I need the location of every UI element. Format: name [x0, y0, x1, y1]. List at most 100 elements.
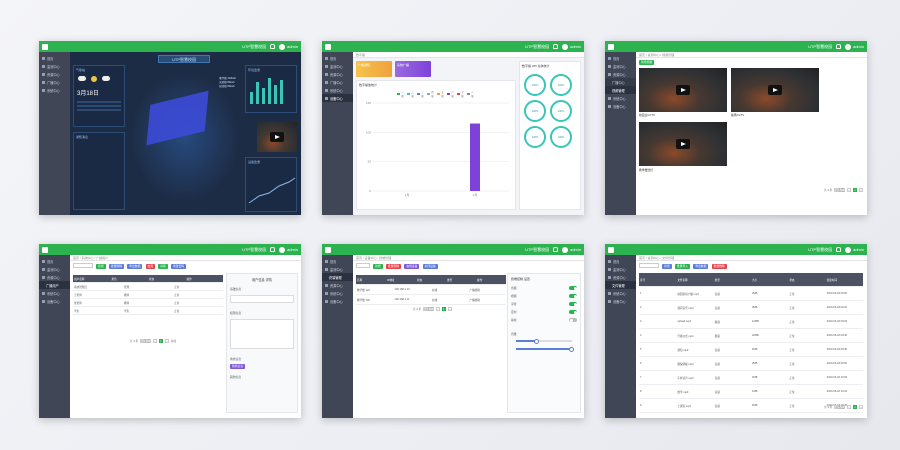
menu-item-monitor[interactable]: 监测中心: [605, 265, 636, 273]
column-header[interactable]: 状态: [416, 278, 446, 282]
slider-handle[interactable]: [534, 338, 540, 344]
column-header[interactable]: 名称: [356, 278, 386, 282]
user-name[interactable]: admin: [287, 247, 298, 252]
import-button[interactable]: 批量导入: [674, 264, 691, 269]
column-header[interactable]: 大小: [751, 278, 788, 282]
user-name[interactable]: admin: [287, 44, 298, 49]
menu-item-home[interactable]: 首页: [605, 257, 636, 265]
enable-button[interactable]: 启用: [145, 264, 156, 269]
page-number[interactable]: 1: [853, 405, 857, 409]
slider-handle[interactable]: [568, 346, 574, 352]
menu-item-resource[interactable]: 资源中心: [39, 70, 70, 78]
next-page-button[interactable]: ›: [859, 188, 863, 192]
column-header[interactable]: 类型: [446, 278, 476, 282]
table-row[interactable]: 王老师 教师 正常: [73, 291, 223, 299]
menu-item-system[interactable]: 系统中心: [605, 289, 636, 297]
menu-item-system[interactable]: 系统中心: [322, 86, 353, 94]
page-size-select[interactable]: 10条/页: [834, 405, 845, 409]
menu-item-terminal[interactable]: 终端管理: [322, 273, 353, 281]
prev-page-button[interactable]: ‹: [847, 188, 851, 192]
table-row[interactable]: 5 通知.mp3 音频 1MB 正常 2023-03-18 09:40: [639, 343, 863, 357]
column-header[interactable]: 用户名称: [73, 277, 111, 281]
menu-item-users[interactable]: 广播用户: [39, 281, 70, 289]
menu-item-files[interactable]: 文件管理: [605, 281, 636, 289]
toggle-switch[interactable]: [569, 286, 577, 290]
user-name[interactable]: admin: [570, 44, 581, 49]
campus-map[interactable]: 教学楼 120kwh 实验楼 80kwh 宿舍楼 60kwh: [130, 72, 240, 202]
role-tag[interactable]: 角色信息: [230, 364, 246, 369]
avatar[interactable]: [845, 246, 852, 253]
menu-item-resource[interactable]: 资源中心: [322, 70, 353, 78]
bell-icon[interactable]: [836, 247, 842, 252]
page-number[interactable]: 1: [853, 188, 857, 192]
user-name[interactable]: admin: [853, 247, 864, 252]
export-button[interactable]: 导出数据: [693, 264, 709, 269]
menu-item-monitor[interactable]: 监测中心: [39, 265, 70, 273]
add-video-button[interactable]: 新增视频: [639, 60, 655, 65]
bell-icon[interactable]: [270, 44, 276, 49]
column-header[interactable]: 序号: [639, 278, 676, 282]
batch-delete-button[interactable]: 批量删除: [711, 264, 727, 269]
video-thumbnail[interactable]: [731, 68, 819, 112]
column-header[interactable]: 创建时间: [826, 278, 863, 282]
page-number[interactable]: 1: [158, 339, 163, 343]
avatar[interactable]: [279, 246, 286, 253]
menu-item-device[interactable]: 设备中心: [322, 297, 353, 305]
play-icon[interactable]: [676, 85, 690, 95]
prev-page-button[interactable]: ‹: [152, 339, 157, 343]
reset-password-button[interactable]: 重置密码: [170, 264, 187, 269]
toggle-switch[interactable]: [569, 294, 577, 298]
menu-item-device[interactable]: 设备中心: [605, 102, 636, 110]
card-system[interactable]: 系统广播: [395, 61, 431, 77]
next-page-button[interactable]: ›: [447, 307, 452, 311]
user-name[interactable]: admin: [570, 247, 581, 252]
volume-slider[interactable]: [516, 338, 572, 344]
table-row[interactable]: 8 放学.mp3 音频 1MB 正常 2023-03-18 10:10: [639, 385, 863, 399]
menu-item-monitor[interactable]: 监测中心: [39, 62, 70, 70]
menu-item-monitor[interactable]: 监测中心: [322, 265, 353, 273]
next-page-button[interactable]: ›: [859, 405, 863, 409]
menu-item-home[interactable]: 首页: [605, 54, 636, 62]
menu-item-broadcast[interactable]: 广播中心: [39, 78, 70, 86]
video-thumbnail[interactable]: [639, 68, 727, 112]
add-button[interactable]: 新增: [96, 264, 106, 269]
menu-item-system[interactable]: 系统中心: [39, 86, 70, 94]
enable-device-button[interactable]: 启用设备: [404, 264, 420, 269]
toggle-switch[interactable]: [569, 318, 577, 322]
menu-item-device[interactable]: 设备中心: [39, 297, 70, 305]
menu-item-video[interactable]: 视频管理: [605, 86, 636, 94]
menu-item-monitor[interactable]: 监测中心: [322, 62, 353, 70]
table-row[interactable]: 4 升旗仪式.mp4 视频 20MB 正常 2023-03-18 09:30: [639, 329, 863, 343]
table-row[interactable]: 3 upload.mp4 视频 12MB 正常 2023-03-18 09:20: [639, 315, 863, 329]
avatar[interactable]: [562, 246, 569, 253]
page-size-select[interactable]: 10条/页: [140, 339, 151, 343]
menu-item-resource[interactable]: 资源中心: [605, 273, 636, 281]
menu-item-resource[interactable]: 资源中心: [605, 70, 636, 78]
search-input[interactable]: [356, 263, 370, 268]
prev-page-button[interactable]: ‹: [847, 405, 851, 409]
prev-page-button[interactable]: ‹: [435, 307, 440, 311]
add-button[interactable]: 新增: [662, 264, 672, 269]
table-row[interactable]: 张老师 教师 正常: [73, 299, 223, 307]
disable-button[interactable]: 禁用: [158, 264, 168, 269]
menu-item-resource[interactable]: 资源中心: [39, 273, 70, 281]
building-3d[interactable]: [146, 90, 209, 146]
bell-icon[interactable]: [836, 44, 842, 49]
menu-item-system[interactable]: 系统中心: [322, 289, 353, 297]
column-header[interactable]: 操作: [186, 277, 224, 281]
table-row[interactable]: 1 校园新闻广播.mp3 音频 2MB 正常 2023-03-18 09:00: [639, 287, 863, 301]
column-header[interactable]: 状态: [148, 277, 186, 281]
disable-device-button[interactable]: 关闭设备: [422, 264, 438, 269]
toggle-switch[interactable]: [569, 310, 577, 314]
search-input[interactable]: [639, 263, 659, 268]
batch-delete-button[interactable]: 批量删除: [108, 264, 125, 269]
table-row[interactable]: 6 眼保健操.mp3 音频 2MB 正常 2023-03-18 09:50: [639, 357, 863, 371]
page-size-select[interactable]: 10条/页: [834, 188, 845, 192]
column-header[interactable]: 类型: [714, 278, 751, 282]
avatar[interactable]: [279, 43, 286, 50]
menu-item-home[interactable]: 首页: [322, 54, 353, 62]
column-header[interactable]: 状态: [788, 278, 825, 282]
search-input[interactable]: [73, 263, 93, 268]
column-header[interactable]: 文件名称: [676, 278, 713, 282]
column-header[interactable]: 角色: [111, 277, 149, 281]
